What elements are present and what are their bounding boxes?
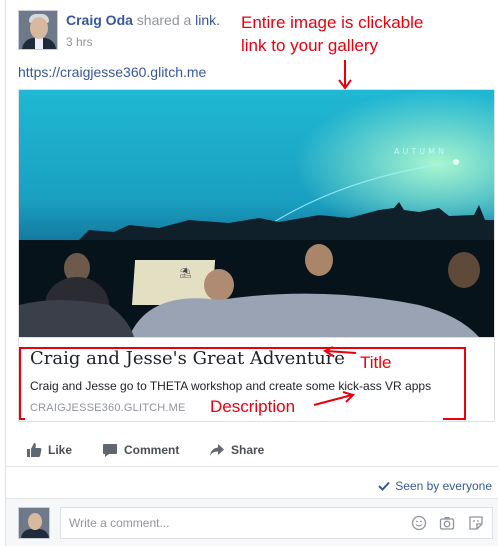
like-icon: [27, 443, 42, 457]
annotation-bracket-bottom: [443, 418, 466, 420]
svg-text:⛱: ⛱: [179, 267, 192, 279]
sticker-icon[interactable]: [468, 515, 484, 531]
comment-input[interactable]: [60, 507, 493, 539]
seen-by-label: Seen by everyone: [395, 479, 492, 493]
annotation-description-arrow-icon: [313, 391, 355, 406]
post-action-bar: Like Comment Share: [18, 436, 495, 466]
like-label: Like: [48, 443, 73, 457]
share-button[interactable]: Share: [209, 442, 264, 458]
post-timestamp[interactable]: 3 hrs: [66, 35, 93, 49]
checkmark-icon: [378, 481, 390, 491]
annotation-image-note-line2: link to your gallery: [241, 36, 379, 55]
post-card: Craig Oda shared a link. 3 hrs https://c…: [5, 0, 498, 546]
comment-button[interactable]: Comment: [102, 442, 179, 458]
emoji-icon[interactable]: [411, 515, 427, 531]
share-icon: [210, 444, 224, 456]
author-name-link[interactable]: Craig Oda: [66, 12, 133, 28]
action-text: shared a: [136, 12, 192, 28]
annotation-description-note: Description: [210, 397, 296, 416]
annotation-arrow-down-icon: [338, 60, 352, 90]
commenter-avatar[interactable]: [18, 507, 50, 539]
link-preview-image[interactable]: AUTUMN ⛱: [19, 90, 494, 337]
shared-link-text[interactable]: link.: [195, 12, 220, 28]
comment-label: Comment: [124, 443, 180, 457]
annotation-bracket-left: [19, 347, 25, 420]
post-url-link[interactable]: https://craigjesse360.glitch.me: [18, 64, 206, 80]
comment-icon: [103, 444, 117, 457]
annotation-title-note: Title: [360, 353, 392, 372]
annotation-image-note-line1: Entire image is clickable: [241, 13, 424, 32]
share-label: Share: [231, 443, 265, 457]
like-button[interactable]: Like: [26, 442, 72, 458]
annotation-title-arrow-icon: [322, 346, 357, 357]
comment-composer: [6, 498, 498, 546]
author-avatar[interactable]: [18, 10, 58, 50]
seen-by-indicator[interactable]: Seen by everyone: [378, 479, 492, 493]
camera-icon[interactable]: [439, 515, 455, 531]
divider: [6, 466, 498, 467]
image-overlay-text: AUTUMN: [394, 147, 447, 156]
post-header: Craig Oda shared a link.: [66, 12, 220, 28]
